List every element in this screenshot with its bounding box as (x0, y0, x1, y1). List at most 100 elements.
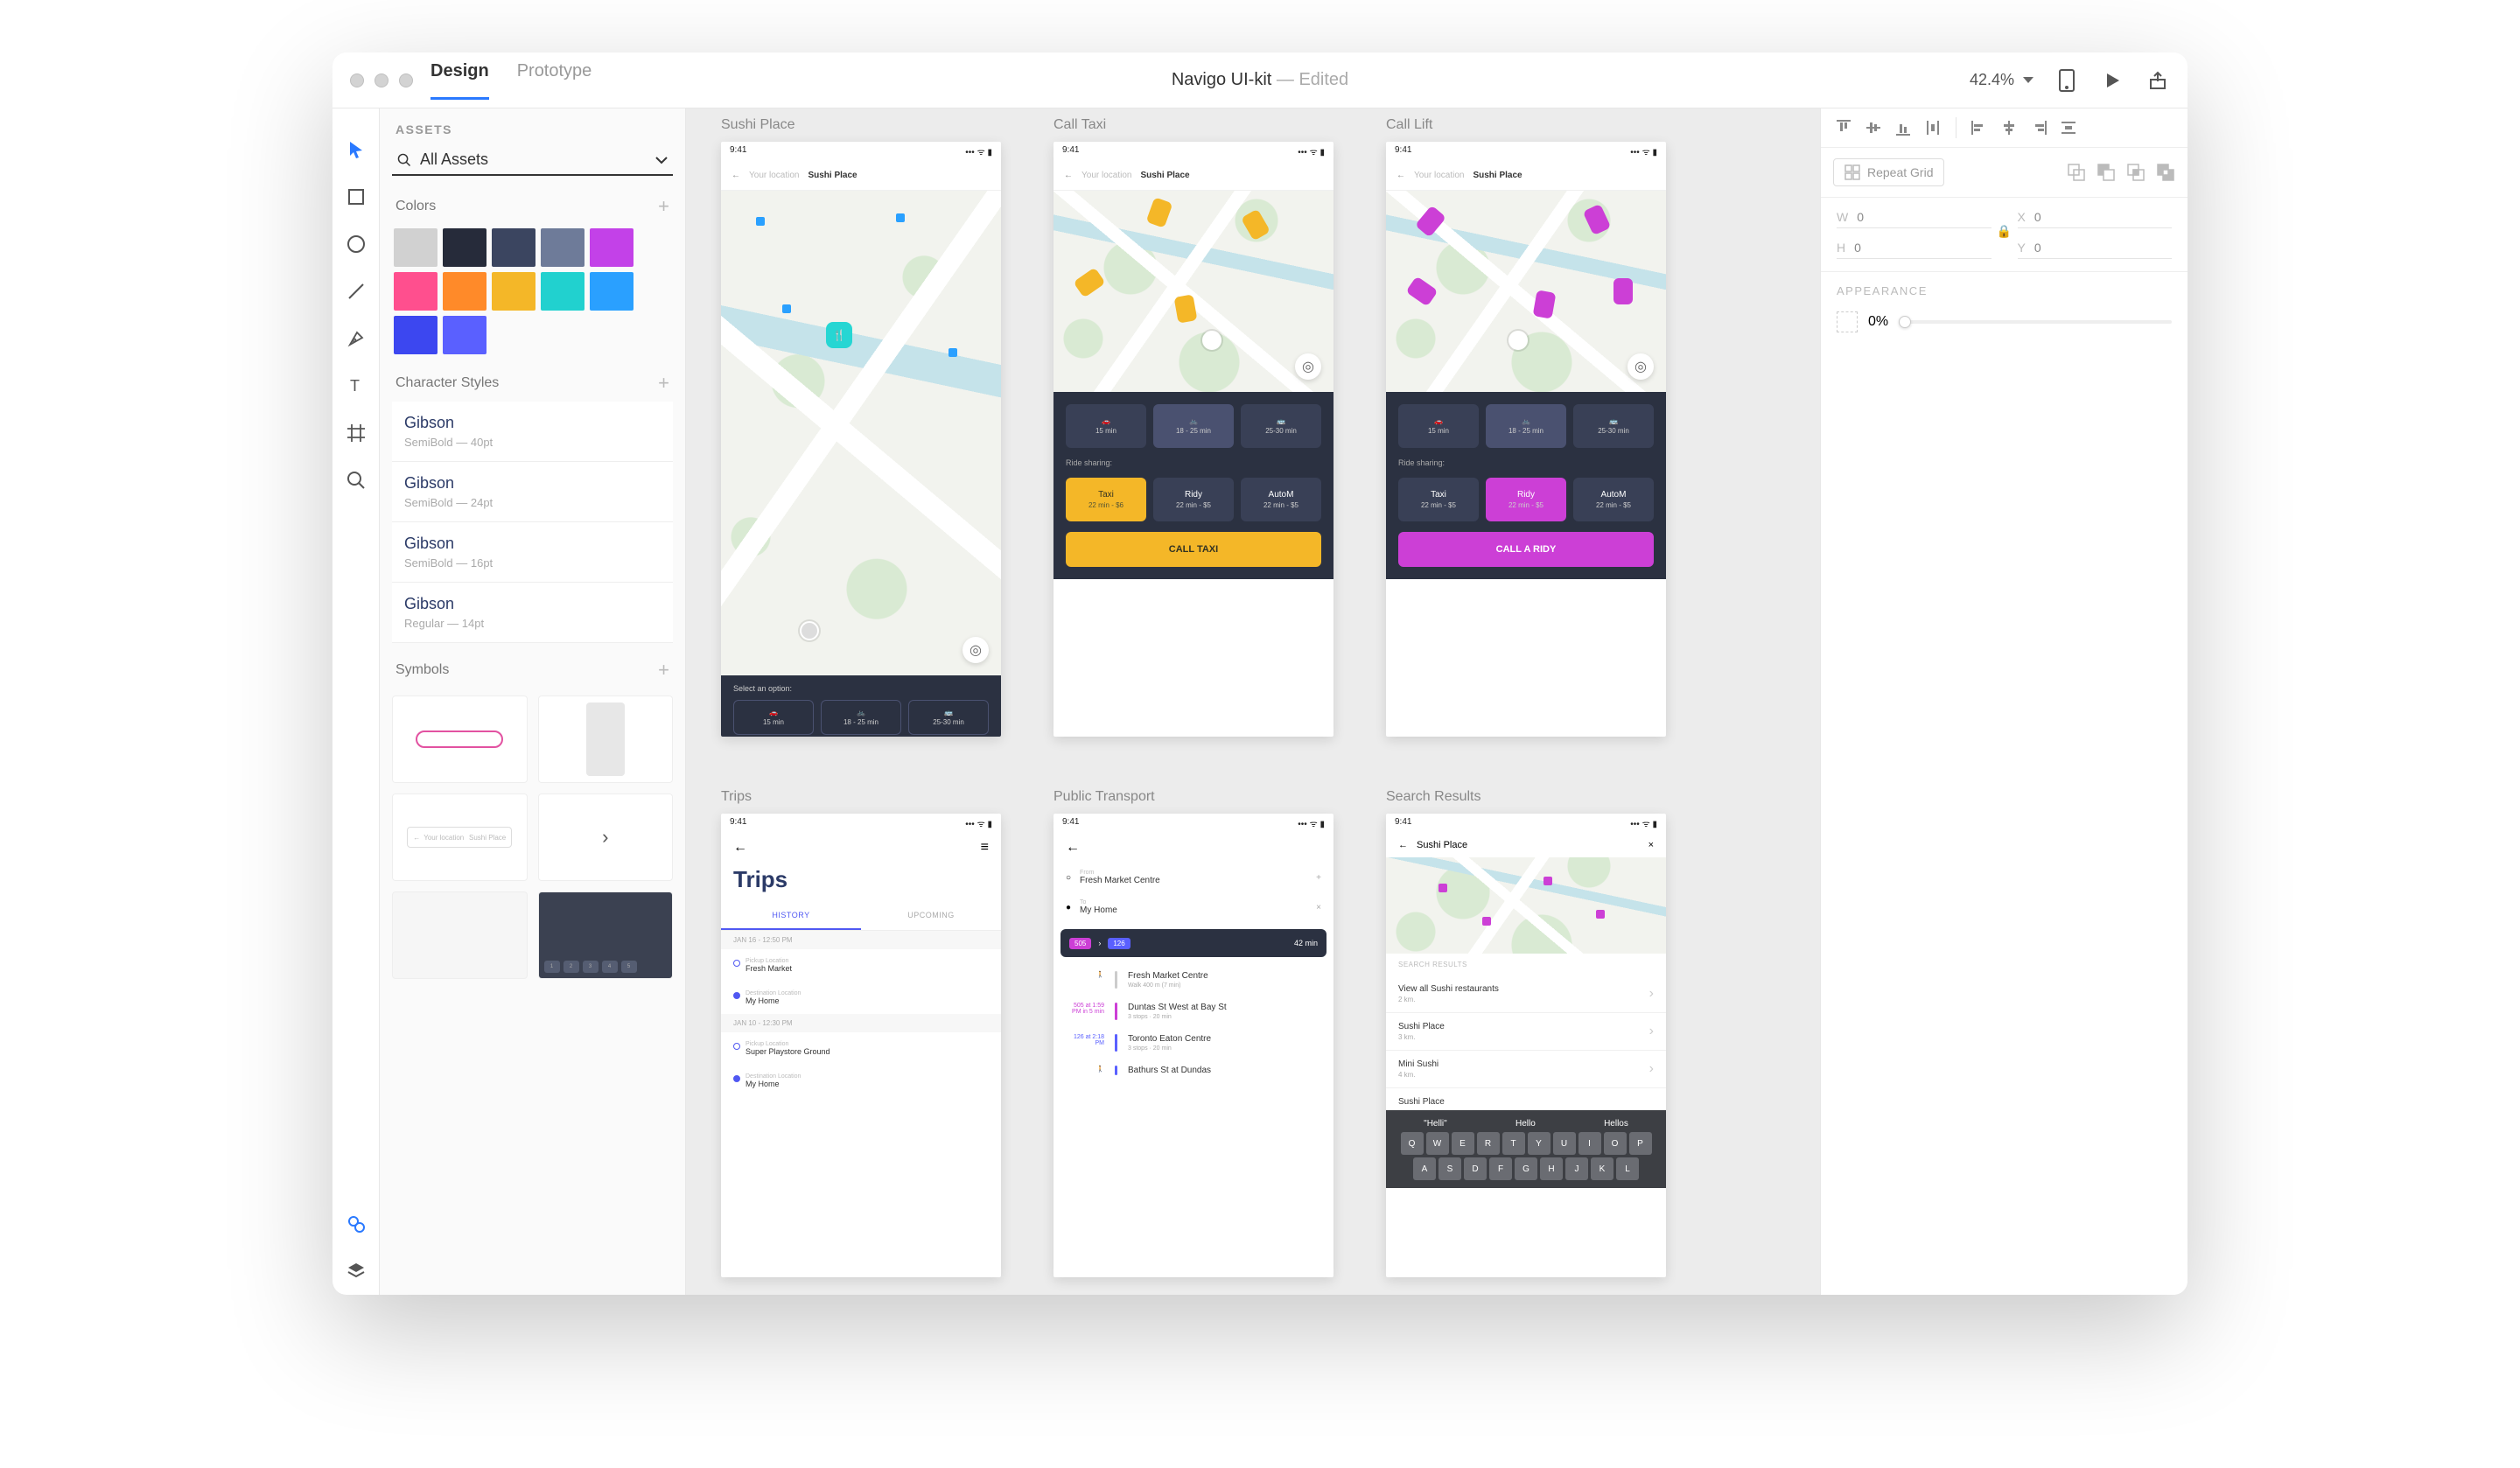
color-swatch[interactable] (394, 228, 438, 267)
minimize-window[interactable] (374, 73, 388, 87)
bool-intersect-icon[interactable] (2126, 163, 2146, 182)
call-ridy-button[interactable]: CALL A RIDY (1398, 532, 1654, 567)
tab-design[interactable]: Design (430, 61, 489, 100)
zoom-tool[interactable] (332, 457, 380, 504)
color-swatches (380, 225, 685, 365)
rectangle-tool[interactable] (332, 173, 380, 220)
artboard-title[interactable]: Sushi Place (721, 117, 1001, 133)
char-style-item[interactable]: Gibson SemiBold — 24pt (392, 462, 673, 522)
chevron-down-icon (655, 156, 668, 164)
color-swatch[interactable] (394, 272, 438, 311)
tab-history[interactable]: HISTORY (721, 902, 861, 930)
color-swatch[interactable] (443, 316, 486, 354)
traffic-lights (350, 73, 413, 87)
align-center-icon[interactable] (1998, 117, 2020, 138)
locate-button[interactable]: ◎ (1295, 353, 1321, 380)
bool-union-icon[interactable] (2067, 163, 2086, 182)
align-right-icon[interactable] (2028, 117, 2049, 138)
document-title: Navigo UI-kit — Edited (332, 70, 2188, 90)
symbols-heading: Symbols (396, 662, 449, 678)
distribute-v-icon[interactable] (1922, 117, 1943, 138)
colors-heading: Colors (396, 199, 436, 214)
char-style-item[interactable]: Gibson SemiBold — 40pt (392, 402, 673, 462)
color-swatch[interactable] (541, 228, 584, 267)
share-icon[interactable] (2146, 68, 2170, 93)
canvas[interactable]: Sushi Place 9:41••• ᯤ ▮ ←Your locationSu… (686, 108, 1820, 1295)
all-assets-dropdown[interactable]: All Assets (392, 145, 673, 176)
color-swatch[interactable] (443, 228, 486, 267)
line-tool[interactable] (332, 268, 380, 315)
locate-button[interactable]: ◎ (962, 637, 989, 663)
height-field[interactable]: H0 (1837, 241, 1992, 259)
char-style-item[interactable]: Gibson Regular — 14pt (392, 583, 673, 643)
play-icon[interactable] (2100, 68, 2124, 93)
repeat-grid-button[interactable]: Repeat Grid (1833, 158, 1944, 186)
align-middle-icon[interactable] (1863, 117, 1884, 138)
call-taxi-button[interactable]: CALL TAXI (1066, 532, 1321, 567)
lock-icon[interactable]: 🔒 (1997, 224, 2012, 239)
pen-tool[interactable] (332, 315, 380, 362)
zoom-select[interactable]: 42.4% (1970, 71, 2034, 89)
color-swatch[interactable] (492, 228, 536, 267)
align-top-icon[interactable] (1833, 117, 1854, 138)
artboard-title[interactable]: Public Transport (1054, 789, 1334, 805)
artboard-sushi[interactable]: 9:41••• ᯤ ▮ ←Your locationSushi Place 🍴 … (721, 142, 1001, 737)
artboard-lift[interactable]: 9:41••• ᯤ ▮ ←Your locationSushi Place ◎ (1386, 142, 1666, 737)
bool-subtract-icon[interactable] (2096, 163, 2116, 182)
color-swatch[interactable] (492, 272, 536, 311)
symbol-thumbnail[interactable] (392, 696, 528, 783)
tool-rail: T (332, 108, 380, 1295)
symbol-thumbnail[interactable]: 12345 (538, 891, 674, 979)
x-field[interactable]: X0 (2018, 210, 2173, 228)
distribute-h-icon[interactable] (2058, 117, 2079, 138)
device-preview-icon[interactable] (2054, 68, 2079, 93)
text-tool[interactable]: T (332, 362, 380, 409)
add-color-button[interactable]: + (658, 195, 669, 218)
color-swatch[interactable] (394, 316, 438, 354)
tab-upcoming[interactable]: UPCOMING (861, 902, 1001, 930)
artboard-title[interactable]: Call Lift (1386, 117, 1666, 133)
locate-button[interactable]: ◎ (1628, 353, 1654, 380)
svg-text:T: T (350, 377, 360, 395)
artboard-title[interactable]: Call Taxi (1054, 117, 1334, 133)
maximize-window[interactable] (399, 73, 413, 87)
clear-icon[interactable]: × (1648, 840, 1654, 850)
color-swatch[interactable] (443, 272, 486, 311)
color-swatch[interactable] (590, 272, 634, 311)
artboard-taxi[interactable]: 9:41••• ᯤ ▮ ←Your locationSushi Place ◎ (1054, 142, 1334, 737)
align-left-icon[interactable] (1969, 117, 1990, 138)
filter-icon[interactable]: ≡ (981, 840, 989, 856)
artboard-trips[interactable]: 9:41••• ᯤ ▮ ←≡ Trips HISTORY UPCOMING JA… (721, 814, 1001, 1277)
layers-icon[interactable] (332, 1248, 380, 1295)
ellipse-tool[interactable] (332, 220, 380, 268)
add-char-style-button[interactable]: + (658, 372, 669, 395)
artboard-search-results[interactable]: 9:41••• ᯤ ▮ ←Sushi Place× SEARCH RESULTS… (1386, 814, 1666, 1277)
char-style-item[interactable]: Gibson SemiBold — 16pt (392, 522, 673, 583)
add-symbol-button[interactable]: + (658, 659, 669, 682)
symbol-thumbnail[interactable] (392, 891, 528, 979)
close-window[interactable] (350, 73, 364, 87)
artboard-public-transport[interactable]: 9:41••• ᯤ ▮ ← ○FromFresh Market Centre+ … (1054, 814, 1334, 1277)
assets-icon[interactable] (332, 1200, 380, 1248)
color-swatch[interactable] (590, 228, 634, 267)
tab-prototype[interactable]: Prototype (517, 61, 592, 100)
symbol-thumbnail[interactable]: ←Your locationSushi Place (392, 793, 528, 881)
symbol-thumbnail[interactable]: › (538, 793, 674, 881)
topbar: Design Prototype Navigo UI-kit — Edited … (332, 52, 2188, 108)
appearance-heading: APPEARANCE (1821, 272, 2188, 304)
artboard-tool[interactable] (332, 409, 380, 457)
select-tool[interactable] (332, 126, 380, 173)
symbol-thumbnail[interactable] (538, 696, 674, 783)
y-field[interactable]: Y0 (2018, 241, 2173, 259)
opacity-slider[interactable] (1899, 320, 2172, 324)
width-field[interactable]: W0 (1837, 210, 1992, 228)
artboard-title[interactable]: Trips (721, 789, 1001, 805)
char-styles-heading: Character Styles (396, 375, 499, 391)
assets-heading: ASSETS (380, 108, 685, 145)
artboard-title[interactable]: Search Results (1386, 789, 1666, 805)
color-swatch[interactable] (541, 272, 584, 311)
align-bottom-icon[interactable] (1893, 117, 1914, 138)
bool-exclude-icon[interactable] (2156, 163, 2175, 182)
opacity-value[interactable]: 0% (1868, 314, 1888, 330)
chevron-down-icon (2023, 77, 2034, 83)
